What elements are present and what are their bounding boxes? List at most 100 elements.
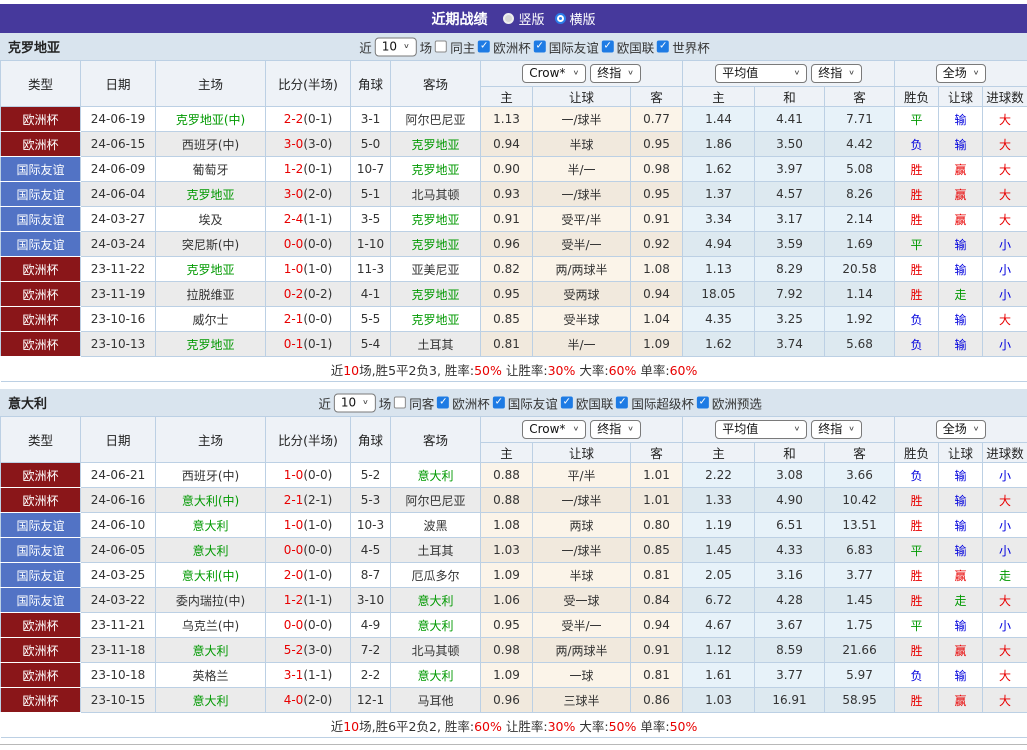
handicap-odds-cell: 0.95: [631, 182, 683, 207]
away-team-cell[interactable]: 克罗地亚: [391, 307, 481, 332]
away-team-cell[interactable]: 意大利: [391, 463, 481, 488]
result-cell: 胜: [895, 182, 939, 207]
filter-bar[interactable]: 近10∨场同主✓欧洲杯✓国际友谊✓欧国联✓世界杯: [359, 37, 709, 56]
handicap-odds-cell: 0.86: [631, 688, 683, 713]
league-checkbox[interactable]: ✓: [616, 397, 628, 409]
league-checkbox[interactable]: ✓: [478, 41, 490, 53]
avg-source-select[interactable]: 平均值∨: [715, 64, 807, 83]
league-checkbox[interactable]: ✓: [602, 41, 614, 53]
away-team-cell[interactable]: 意大利: [391, 663, 481, 688]
result-cell: 赢: [939, 563, 983, 588]
league-label[interactable]: 欧洲预选: [712, 393, 762, 412]
score-cell: 2-0(1-0): [266, 563, 351, 588]
radio-label-vertical[interactable]: 竖版: [518, 9, 544, 28]
same-side-checkbox[interactable]: [394, 397, 406, 409]
same-side-label[interactable]: 同主: [450, 37, 475, 56]
match-type-cell: 欧洲杯: [1, 257, 81, 282]
home-team-cell[interactable]: 克罗地亚: [156, 182, 266, 207]
match-date-cell: 23-11-21: [81, 613, 156, 638]
same-side-label[interactable]: 同客: [409, 393, 434, 412]
away-team-cell: 北马其顿: [391, 638, 481, 663]
match-type-cell: 国际友谊: [1, 588, 81, 613]
home-team-cell[interactable]: 意大利(中): [156, 488, 266, 513]
odds-source-select[interactable]: Crow*∨: [522, 420, 586, 439]
layout-option-vertical[interactable]: 竖版: [503, 9, 544, 28]
home-team-cell[interactable]: 克罗地亚(中): [156, 107, 266, 132]
away-team-cell[interactable]: 克罗地亚: [391, 282, 481, 307]
summary-row: 近10场,胜5平2负3, 胜率:50% 让胜率:30% 大率:60% 单率:60…: [1, 357, 1027, 382]
handicap-odds-cell: 1.09: [481, 663, 533, 688]
home-team-cell[interactable]: 意大利: [156, 638, 266, 663]
league-checkbox[interactable]: ✓: [493, 397, 505, 409]
handicap-odds-cell: 0.77: [631, 107, 683, 132]
score-main: 0-0: [284, 237, 304, 251]
same-side-checkbox[interactable]: [435, 41, 447, 53]
summary-part: 让胜率:: [502, 363, 548, 378]
league-label[interactable]: 欧国联: [576, 393, 614, 412]
away-team-cell[interactable]: 意大利: [391, 613, 481, 638]
match-date-cell: 24-06-04: [81, 182, 156, 207]
league-label[interactable]: 世界杯: [672, 37, 710, 56]
result-cell: 小: [983, 513, 1027, 538]
league-checkbox[interactable]: ✓: [534, 41, 546, 53]
period-select[interactable]: 全场∨: [936, 64, 987, 83]
league-checkbox[interactable]: ✓: [437, 397, 449, 409]
odds-time-select[interactable]: 终指∨: [590, 420, 641, 439]
league-checkbox[interactable]: ✓: [561, 397, 573, 409]
away-team-cell: 波黑: [391, 513, 481, 538]
away-team-cell[interactable]: 克罗地亚: [391, 207, 481, 232]
away-team-cell[interactable]: 意大利: [391, 588, 481, 613]
away-team-cell[interactable]: 克罗地亚: [391, 157, 481, 182]
league-label[interactable]: 国际超级杯: [631, 393, 694, 412]
league-label[interactable]: 欧洲杯: [452, 393, 490, 412]
odds-time-select[interactable]: 终指∨: [590, 64, 641, 83]
radio-icon-horizontal[interactable]: [555, 13, 566, 24]
match-count-select[interactable]: 10∨: [334, 393, 376, 412]
result-cell: 胜: [895, 257, 939, 282]
result-cell: 输: [939, 488, 983, 513]
home-team-cell[interactable]: 克罗地亚: [156, 257, 266, 282]
home-team-cell[interactable]: 克罗地亚: [156, 332, 266, 357]
league-label[interactable]: 欧国联: [617, 37, 655, 56]
odds-source-select[interactable]: Crow*∨: [522, 64, 586, 83]
radio-icon-vertical[interactable]: [503, 13, 514, 24]
league-label[interactable]: 欧洲杯: [493, 37, 531, 56]
league-label[interactable]: 国际友谊: [549, 37, 599, 56]
radio-label-horizontal[interactable]: 横版: [570, 9, 596, 28]
layout-option-horizontal[interactable]: 横版: [555, 9, 596, 28]
league-checkbox[interactable]: ✓: [657, 41, 669, 53]
match-count-select[interactable]: 10∨: [375, 37, 417, 56]
avg-time-select[interactable]: 终指∨: [811, 420, 862, 439]
table-head: 类型日期主场比分(半场)角球客场Crow*∨ 终指∨平均值∨ 终指∨全场∨主让球…: [1, 417, 1027, 463]
handicap-odds-cell: 1.03: [481, 538, 533, 563]
home-team-cell[interactable]: 意大利: [156, 688, 266, 713]
near-label: 近: [359, 37, 372, 56]
league-label[interactable]: 国际友谊: [508, 393, 558, 412]
average-odds-cell: 3.25: [755, 307, 825, 332]
filter-bar[interactable]: 近10∨场同客✓欧洲杯✓国际友谊✓欧国联✓国际超级杯✓欧洲预选: [318, 393, 762, 412]
summary-row: 近10场,胜6平2负2, 胜率:60% 让胜率:30% 大率:50% 单率:50…: [1, 713, 1027, 738]
away-team-cell[interactable]: 克罗地亚: [391, 132, 481, 157]
away-team-cell[interactable]: 克罗地亚: [391, 232, 481, 257]
avg-odds-group: 平均值∨ 终指∨: [683, 61, 895, 87]
home-team-cell: 乌克兰(中): [156, 613, 266, 638]
home-team-cell[interactable]: 意大利: [156, 538, 266, 563]
result-cell: 小: [983, 232, 1027, 257]
average-odds-cell: 4.33: [755, 538, 825, 563]
avg-time-select[interactable]: 终指∨: [811, 64, 862, 83]
league-checkbox[interactable]: ✓: [697, 397, 709, 409]
average-odds-cell: 1.62: [683, 157, 755, 182]
home-team-cell: 突尼斯(中): [156, 232, 266, 257]
result-cell: 赢: [939, 182, 983, 207]
corner-cell: 5-2: [351, 463, 391, 488]
home-team-cell[interactable]: 意大利(中): [156, 563, 266, 588]
match-date-cell: 24-06-09: [81, 157, 156, 182]
avg-source-select[interactable]: 平均值∨: [715, 420, 807, 439]
average-odds-cell: 1.14: [825, 282, 895, 307]
result-cell: 赢: [939, 157, 983, 182]
home-team-cell[interactable]: 意大利: [156, 513, 266, 538]
score-half: (1-1): [303, 212, 332, 226]
handicap-odds-cell: 半/一: [533, 332, 631, 357]
summary-part: 单率:: [636, 719, 669, 734]
period-select[interactable]: 全场∨: [936, 420, 987, 439]
